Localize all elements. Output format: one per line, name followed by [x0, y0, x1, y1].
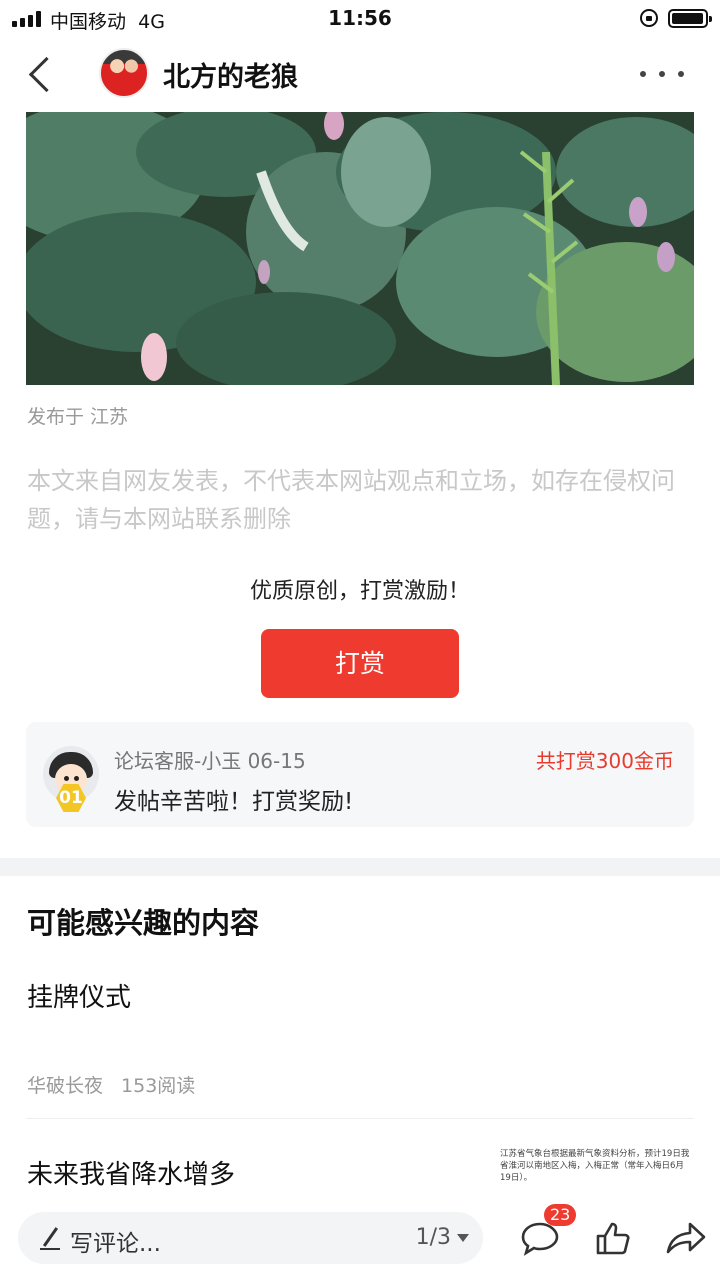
post-location: 发布于 江苏	[27, 406, 129, 428]
battery-icon	[668, 9, 712, 28]
caret-down-icon	[457, 1234, 469, 1242]
tip-message: 发帖辛苦啦！打赏奖励!	[114, 789, 354, 815]
pen-icon	[40, 1226, 60, 1250]
page-indicator-text: 1/3	[415, 1225, 451, 1250]
section-divider	[0, 858, 720, 876]
status-bar: 中国移动 4G 11:56	[0, 0, 720, 38]
author-avatar[interactable]	[99, 48, 149, 98]
tipper-name-date: 论坛客服-小玉 06-15	[114, 749, 306, 773]
nav-bar: 北方的老狼	[0, 40, 720, 108]
post-image[interactable]	[26, 112, 694, 385]
disclaimer-text: 本文来自网友发表，不代表本网站观点和立场，如存在侵权问题，请与本网站联系删除	[27, 467, 675, 533]
tip-card[interactable]: 01 论坛客服-小玉 06-15 发帖辛苦啦！打赏奖励! 共打赏300金币	[26, 722, 694, 827]
article-reads: 153阅读	[121, 1075, 196, 1097]
bottom-bar: 写评论... 1/3 23	[0, 1200, 720, 1280]
share-arrow-icon[interactable]	[664, 1216, 708, 1260]
list-divider	[26, 1118, 694, 1119]
author-name[interactable]: 北方的老狼	[163, 55, 298, 94]
comment-count-badge: 23	[544, 1204, 577, 1226]
thumbs-up-icon[interactable]	[592, 1216, 636, 1260]
reward-button[interactable]: 打赏	[261, 629, 459, 698]
rotation-lock-icon	[640, 9, 658, 27]
clock: 11:56	[328, 6, 392, 30]
page-indicator[interactable]: 1/3	[416, 1225, 469, 1250]
back-icon[interactable]	[24, 54, 64, 94]
comment-input[interactable]: 写评论... 1/3	[18, 1212, 483, 1264]
article-title[interactable]: 未来我省降水增多	[27, 1154, 235, 1191]
comment-placeholder: 写评论...	[70, 1231, 161, 1257]
recommend-heading: 可能感兴趣的内容	[27, 906, 260, 940]
article-author: 华破长夜	[27, 1075, 104, 1097]
more-dots-icon[interactable]	[640, 60, 684, 88]
article-thumbnail[interactable]: 江苏省气象台根据最新气象资料分析，预计19日我省淮河以南地区入梅，入梅正常（常年…	[500, 1148, 694, 1198]
tip-total: 共打赏300金币	[535, 749, 674, 773]
article-meta: 华破长夜 153阅读	[27, 1071, 195, 1098]
article-title[interactable]: 挂牌仪式	[27, 977, 131, 1014]
reward-prompt: 优质原创，打赏激励！	[249, 579, 470, 604]
